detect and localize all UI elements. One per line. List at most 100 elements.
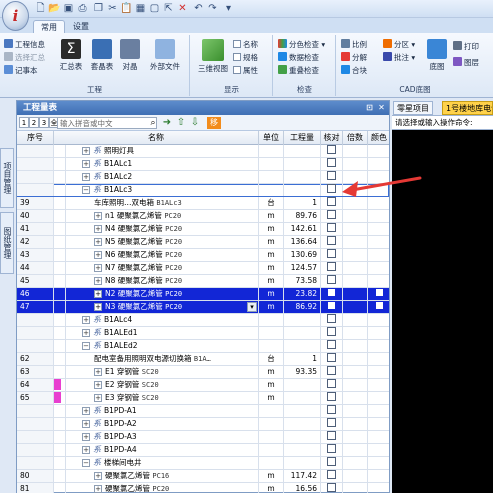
row-check-cell[interactable] xyxy=(321,483,343,493)
undo-icon[interactable]: ↶ xyxy=(192,2,205,15)
check-checkbox[interactable] xyxy=(327,236,336,245)
check-checkbox[interactable] xyxy=(327,145,336,154)
row-check-cell[interactable] xyxy=(321,470,343,482)
expand-toggle-icon[interactable]: + xyxy=(82,147,90,155)
table-row[interactable]: 47 + N3 硬聚氯乙烯管 PC20 ▾ m 86.92 xyxy=(17,301,389,314)
cut-icon[interactable]: ✂ xyxy=(106,2,119,15)
tab-common[interactable]: 常用 xyxy=(33,20,65,34)
row-mult[interactable] xyxy=(343,405,368,417)
window-icon[interactable]: ▢ xyxy=(148,2,161,15)
row-color[interactable] xyxy=(368,392,390,404)
col-header-unit[interactable]: 单位 xyxy=(259,131,284,145)
row-name-cell[interactable]: − 系楼梯间电井 xyxy=(66,457,259,469)
row-mult[interactable] xyxy=(343,145,368,157)
external-file-button[interactable]: 外部文件 xyxy=(146,39,184,72)
row-check-cell[interactable] xyxy=(321,366,343,378)
row-check-cell[interactable] xyxy=(321,444,343,456)
table-row[interactable]: 43 + N6 硬聚氯乙烯管 PC20 m 130.69 xyxy=(17,249,389,262)
row-color[interactable] xyxy=(368,366,390,378)
table-row[interactable]: − 系 B1ALEd2 xyxy=(17,340,389,353)
expand-toggle-icon[interactable]: + xyxy=(82,173,90,181)
row-name-cell[interactable]: + 硬聚氯乙烯管 PC20 xyxy=(66,483,259,493)
checkbox-box[interactable] xyxy=(233,66,241,74)
check-checkbox[interactable] xyxy=(327,444,336,453)
row-color[interactable] xyxy=(368,210,390,222)
row-mult[interactable] xyxy=(343,379,368,391)
row-check-cell[interactable] xyxy=(321,353,343,365)
row-mult[interactable] xyxy=(343,392,368,404)
redo-icon[interactable]: ↷ xyxy=(206,2,219,15)
table-row[interactable]: + 系 B1ALc2 xyxy=(17,171,389,184)
copy-icon[interactable]: ❐ xyxy=(92,2,105,15)
row-color[interactable] xyxy=(368,418,390,430)
delete-icon[interactable]: ✕ xyxy=(176,2,189,15)
tab-misc-items[interactable]: 零星项目 xyxy=(393,101,433,115)
row-mult[interactable] xyxy=(343,444,368,456)
cad-canvas[interactable] xyxy=(392,130,493,493)
row-mult[interactable] xyxy=(343,314,368,326)
expand-toggle-icon[interactable]: + xyxy=(94,394,102,402)
check-checkbox[interactable] xyxy=(327,262,336,271)
row-check-cell[interactable] xyxy=(321,457,343,469)
check-checkbox[interactable] xyxy=(327,379,336,388)
table-row[interactable]: + 系 B1ALc4 xyxy=(17,314,389,327)
color-check-button[interactable]: 分色检查 ▾ xyxy=(278,39,325,51)
col-header-qty[interactable]: 工程量 xyxy=(284,131,321,145)
scale-button[interactable]: 比例 xyxy=(341,39,367,51)
col-header-mult[interactable]: 倍数 xyxy=(343,131,368,145)
check-checkbox[interactable] xyxy=(327,418,336,427)
row-check-cell[interactable] xyxy=(321,223,343,235)
col-header-color[interactable]: 颜色 xyxy=(368,131,390,145)
check-checkbox[interactable] xyxy=(327,457,336,466)
check-checkbox[interactable] xyxy=(327,392,336,401)
table-row[interactable]: − 系 B1ALc3 xyxy=(17,184,389,197)
expand-toggle-icon[interactable]: + xyxy=(82,316,90,324)
search-icon[interactable]: ⌕ xyxy=(147,117,159,129)
check-checkbox[interactable] xyxy=(327,184,336,193)
check-checkbox[interactable] xyxy=(327,314,336,323)
row-mult[interactable] xyxy=(343,171,368,183)
col-header-check[interactable]: 核对 xyxy=(321,131,343,145)
overlap-check-button[interactable]: 重叠检查 xyxy=(278,65,319,77)
row-mult[interactable] xyxy=(343,470,368,482)
row-mult[interactable] xyxy=(343,340,368,352)
row-color[interactable] xyxy=(368,301,390,313)
check-checkbox[interactable] xyxy=(328,289,335,296)
row-name-cell[interactable]: + N6 硬聚氯乙烯管 PC20 xyxy=(66,249,259,261)
check-checkbox[interactable] xyxy=(327,171,336,180)
level-1-button[interactable]: 1 xyxy=(19,117,29,128)
show-spec-checkbox[interactable]: 规格 xyxy=(233,52,258,64)
check-checkbox[interactable] xyxy=(327,353,336,362)
table-row[interactable]: + 系 B1PD-A1 xyxy=(17,405,389,418)
expand-toggle-icon[interactable]: + xyxy=(94,303,102,311)
row-mult[interactable] xyxy=(343,457,368,469)
level-2-button[interactable]: 2 xyxy=(29,117,39,128)
expand-toggle-icon[interactable]: + xyxy=(94,472,102,480)
row-mult[interactable] xyxy=(343,288,368,300)
row-color[interactable] xyxy=(368,379,390,391)
row-check-cell[interactable] xyxy=(321,236,343,248)
row-color[interactable] xyxy=(368,327,390,339)
row-check-cell[interactable] xyxy=(321,392,343,404)
table-row[interactable]: + 系 B1ALEd1 xyxy=(17,327,389,340)
table-row[interactable]: 63 + E1 穿钢管 SC20 m 93.35 xyxy=(17,366,389,379)
row-name-cell[interactable]: + 系照明灯具 xyxy=(66,145,259,157)
row-name-cell[interactable]: + N4 硬聚氯乙烯管 PC20 xyxy=(66,223,259,235)
row-check-cell[interactable] xyxy=(321,431,343,443)
col-header-no[interactable]: 序号 xyxy=(17,131,54,145)
image-icon[interactable]: ▦ xyxy=(134,2,147,15)
base-map-button[interactable]: 底图 xyxy=(425,39,449,72)
row-color[interactable] xyxy=(368,314,390,326)
row-color[interactable] xyxy=(368,470,390,482)
table-row[interactable]: 41 + N4 硬聚氯乙烯管 PC20 m 142.61 xyxy=(17,223,389,236)
table-row[interactable]: 42 + N5 硬聚氯乙烯管 PC20 m 136.64 xyxy=(17,236,389,249)
color-swatch[interactable] xyxy=(375,289,383,296)
table-row[interactable]: 44 + N7 硬聚氯乙烯管 PC20 m 124.57 xyxy=(17,262,389,275)
check-checkbox[interactable] xyxy=(327,249,336,258)
paste-icon[interactable]: 📋 xyxy=(120,2,133,15)
row-mult[interactable] xyxy=(343,431,368,443)
row-name-cell[interactable]: + 系 B1ALc4 xyxy=(66,314,259,326)
expand-toggle-icon[interactable]: + xyxy=(94,485,102,493)
check-checkbox[interactable] xyxy=(327,327,336,336)
show-name-checkbox[interactable]: 名称 xyxy=(233,39,258,51)
